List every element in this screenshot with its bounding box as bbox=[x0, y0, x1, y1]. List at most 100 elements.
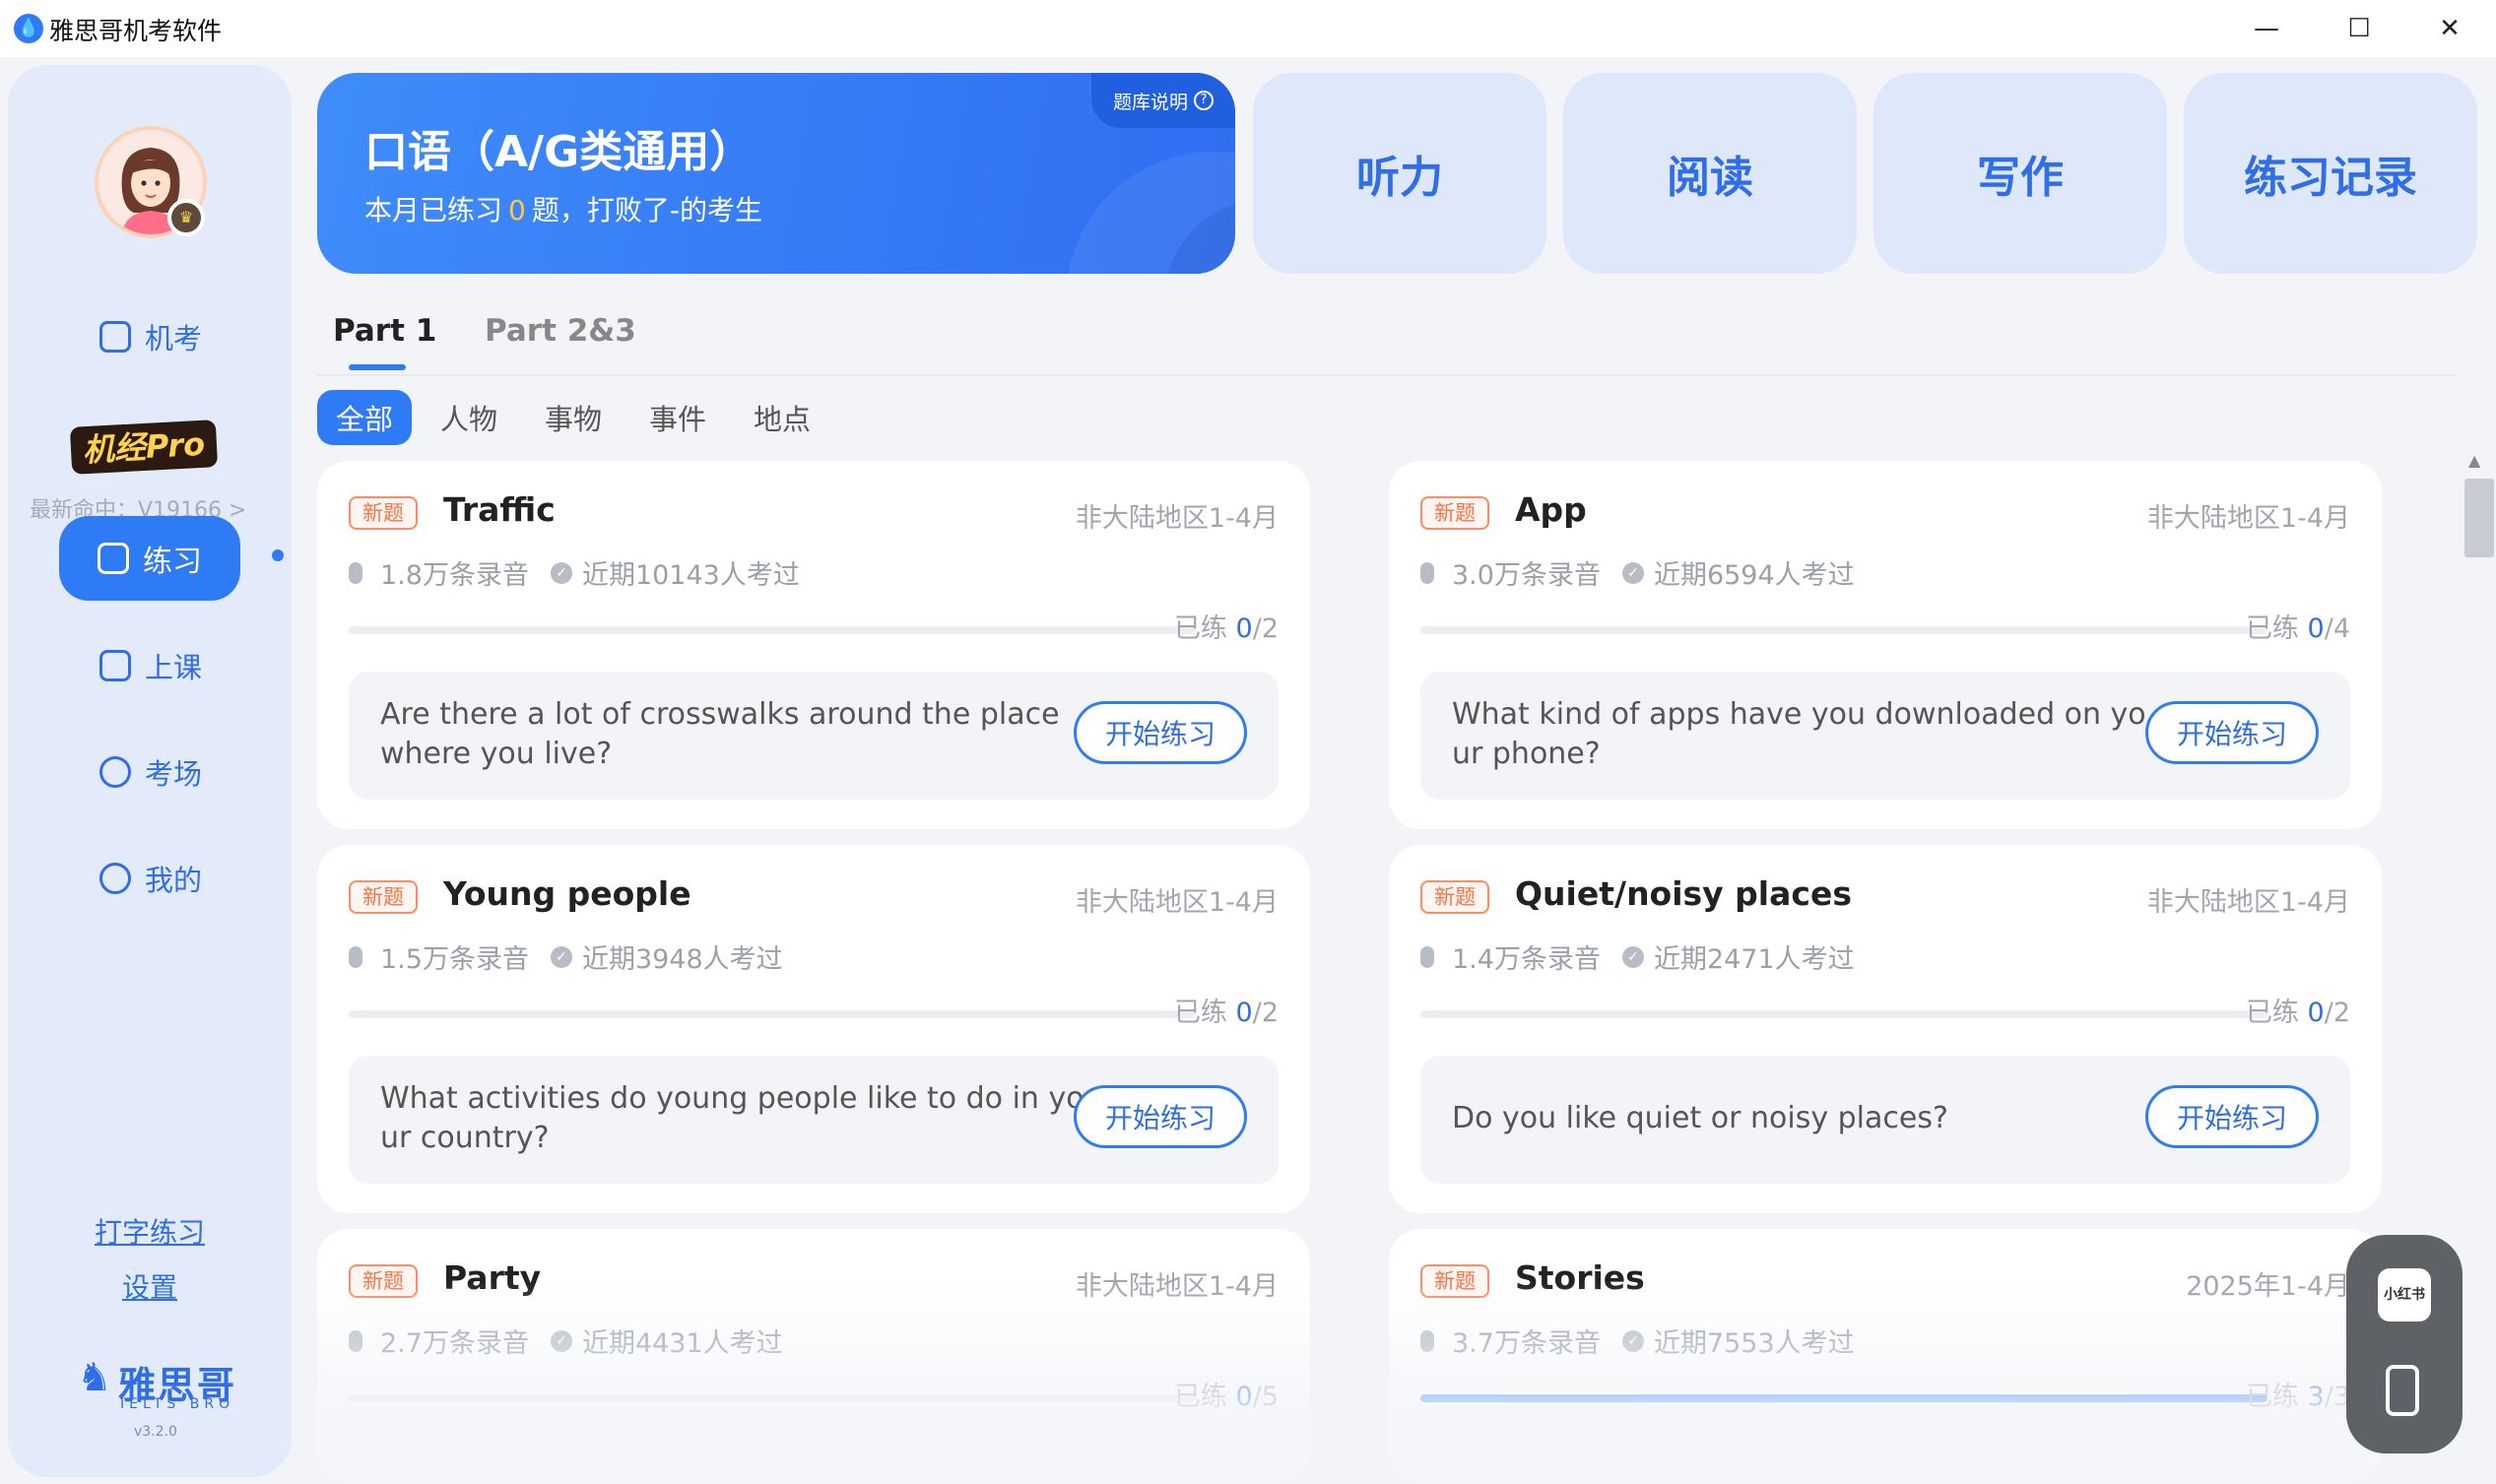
question-mark-icon: ? bbox=[1194, 91, 1214, 110]
practiced-total: /2 bbox=[1252, 613, 1279, 644]
takers-count: 近期10143人考过 bbox=[581, 560, 800, 591]
practiced-label: 已练 bbox=[2245, 613, 2308, 644]
filter-things[interactable]: 事物 bbox=[538, 390, 609, 445]
progress-bar bbox=[1420, 1010, 2267, 1018]
practice-count: 0 bbox=[508, 194, 526, 226]
practiced-total: /2 bbox=[1252, 998, 1279, 1028]
scroll-up-arrow-icon[interactable]: ▲ bbox=[2468, 451, 2480, 470]
listening-card[interactable]: 听力 bbox=[1253, 73, 1546, 274]
nav-item-exam-room[interactable]: 考场 bbox=[59, 742, 242, 802]
recordings-count: 3.7万条录音 bbox=[1452, 1328, 1601, 1359]
progress-bar bbox=[349, 1394, 1196, 1402]
practiced-count: 已练 3/3 bbox=[2246, 1375, 2350, 1413]
title-bar bbox=[0, 0, 2496, 57]
reading-card[interactable]: 阅读 bbox=[1563, 73, 1857, 274]
practiced-done: 3 bbox=[2307, 1382, 2325, 1412]
typing-practice-link[interactable]: 打字练习 bbox=[95, 1211, 205, 1251]
practiced-total: /4 bbox=[2324, 613, 2350, 644]
nav-item-class[interactable]: 上课 bbox=[59, 636, 242, 695]
takers-count: 近期2471人考过 bbox=[1653, 944, 1855, 975]
check-circle-icon: ✓ bbox=[550, 945, 572, 968]
practiced-count: 已练 0/2 bbox=[1174, 607, 1279, 645]
app-version: v3.2.0 bbox=[134, 1424, 177, 1440]
speaking-hero-card[interactable]: 口语（A/G类通用） 本月已练习 0 题，打败了-的考生 题库说明 ? bbox=[317, 73, 1235, 274]
brand-logo-icon: ♞ bbox=[77, 1355, 112, 1400]
writing-card[interactable]: 写作 bbox=[1873, 73, 2167, 274]
window-title: 雅思哥机考软件 bbox=[49, 17, 223, 45]
nav-label: 上课 bbox=[144, 651, 202, 684]
topic-region: 非大陆地区1-4月 bbox=[1075, 503, 1279, 534]
filter-events[interactable]: 事件 bbox=[642, 390, 713, 445]
filter-places[interactable]: 地点 bbox=[747, 390, 818, 445]
start-practice-button[interactable]: 开始练习 bbox=[1074, 1085, 1247, 1148]
minimize-button[interactable]: — bbox=[2232, 4, 2301, 53]
check-circle-icon: ✓ bbox=[550, 561, 572, 584]
check-circle-icon: ✓ bbox=[1621, 945, 1644, 968]
recordings-count: 1.8万条录音 bbox=[380, 560, 529, 591]
filter-all[interactable]: 全部 bbox=[317, 390, 412, 445]
tab-part1[interactable]: Part 1 bbox=[333, 313, 436, 349]
hero-sub-prefix: 本月已练习 bbox=[364, 194, 503, 226]
scrollbar-track[interactable] bbox=[2463, 445, 2496, 1484]
sample-question-box: Are there a lot of crosswalks around the… bbox=[349, 672, 1279, 800]
start-practice-button[interactable]: 开始练习 bbox=[1074, 701, 1247, 764]
new-tag: 新题 bbox=[1420, 1264, 1489, 1298]
topic-card[interactable]: 新题 Traffic 非大陆地区1-4月 1.8万条录音 ✓ 近期10143人考过 … bbox=[317, 461, 1310, 829]
nav-item-exam[interactable]: 机考 bbox=[59, 307, 242, 366]
start-practice-button[interactable]: 开始练习 bbox=[2145, 701, 2319, 764]
smile-icon bbox=[99, 863, 131, 894]
practiced-done: 0 bbox=[1235, 613, 1253, 644]
filter-people[interactable]: 人物 bbox=[433, 390, 504, 445]
phone-icon[interactable] bbox=[2386, 1365, 2419, 1416]
brand-subtitle: IELTS BRO bbox=[120, 1396, 235, 1412]
topic-card[interactable]: 新题 Young people 非大陆地区1-4月 1.5万条录音 ✓ 近期3948… bbox=[317, 845, 1310, 1213]
maximize-button[interactable]: ☐ bbox=[2325, 4, 2394, 53]
nav-label: 机考 bbox=[144, 322, 202, 355]
takers-count: 近期4431人考过 bbox=[581, 1328, 783, 1359]
hero-title: 口语（A/G类通用） bbox=[364, 127, 754, 177]
topic-title: Party bbox=[443, 1258, 542, 1297]
app-logo-icon: 💧 bbox=[14, 14, 43, 43]
vip-badge-icon: ♛ bbox=[167, 199, 205, 236]
new-tag: 新题 bbox=[349, 496, 418, 530]
practiced-total: /2 bbox=[2324, 998, 2350, 1028]
scrollbar-thumb[interactable] bbox=[2464, 479, 2494, 557]
topic-card[interactable]: 新题 Quiet/noisy places 非大陆地区1-4月 1.4万条录音 ✓… bbox=[1389, 845, 2382, 1213]
active-indicator-dot bbox=[272, 549, 284, 561]
topic-card[interactable]: 新题 Stories 2025年1-4月 3.7万条录音 ✓ 近期7553人考过 已… bbox=[1389, 1229, 2382, 1484]
chat-icon bbox=[99, 756, 131, 788]
topic-region: 非大陆地区1-4月 bbox=[1075, 1271, 1279, 1302]
nav-label: 考场 bbox=[144, 757, 202, 791]
question-bank-help-button[interactable]: 题库说明 ? bbox=[1091, 73, 1235, 128]
recordings-count: 3.0万条录音 bbox=[1452, 560, 1601, 591]
practiced-label: 已练 bbox=[2245, 998, 2308, 1028]
xiaohongshu-button[interactable]: 小红书 bbox=[2378, 1268, 2431, 1322]
nav-item-practice[interactable]: 练习 bbox=[59, 516, 240, 601]
topic-card[interactable]: 新题 App 非大陆地区1-4月 3.0万条录音 ✓ 近期6594人考过 已练 0/… bbox=[1389, 461, 2382, 829]
nav-label: 练习 bbox=[143, 545, 202, 579]
topic-stats: 1.8万条录音 ✓ 近期10143人考过 bbox=[349, 553, 800, 592]
tab-part2-3[interactable]: Part 2&3 bbox=[485, 313, 636, 349]
topic-region: 非大陆地区1-4月 bbox=[1075, 887, 1279, 918]
practice-record-card[interactable]: 练习记录 bbox=[2184, 73, 2477, 274]
topic-stats: 3.7万条录音 ✓ 近期7553人考过 bbox=[1420, 1322, 1855, 1360]
progress-bar bbox=[349, 1010, 1196, 1018]
topic-stats: 2.7万条录音 ✓ 近期4431人考过 bbox=[349, 1322, 783, 1360]
help-label: 题库说明 bbox=[1112, 91, 1188, 113]
practiced-count: 已练 0/2 bbox=[1174, 991, 1279, 1029]
microphone-icon bbox=[349, 1329, 362, 1352]
practiced-count: 已练 0/5 bbox=[1174, 1375, 1279, 1413]
topic-region: 非大陆地区1-4月 bbox=[2146, 503, 2350, 534]
progress-bar bbox=[1420, 1394, 2267, 1402]
microphone-icon bbox=[1420, 561, 1434, 584]
practiced-label: 已练 bbox=[1173, 998, 1236, 1028]
close-button[interactable]: ✕ bbox=[2415, 4, 2484, 53]
topic-card[interactable]: 新题 Party 非大陆地区1-4月 2.7万条录音 ✓ 近期4431人考过 已练 … bbox=[317, 1229, 1310, 1484]
settings-link[interactable]: 设置 bbox=[122, 1266, 177, 1306]
start-practice-button[interactable]: 开始练习 bbox=[2145, 1085, 2319, 1148]
edit-icon bbox=[98, 543, 129, 574]
nav-item-mine[interactable]: 我的 bbox=[59, 849, 242, 908]
practiced-count: 已练 0/2 bbox=[2246, 991, 2350, 1029]
pro-logo[interactable]: 机经Pro bbox=[69, 419, 219, 475]
takers-count: 近期7553人考过 bbox=[1653, 1328, 1855, 1359]
